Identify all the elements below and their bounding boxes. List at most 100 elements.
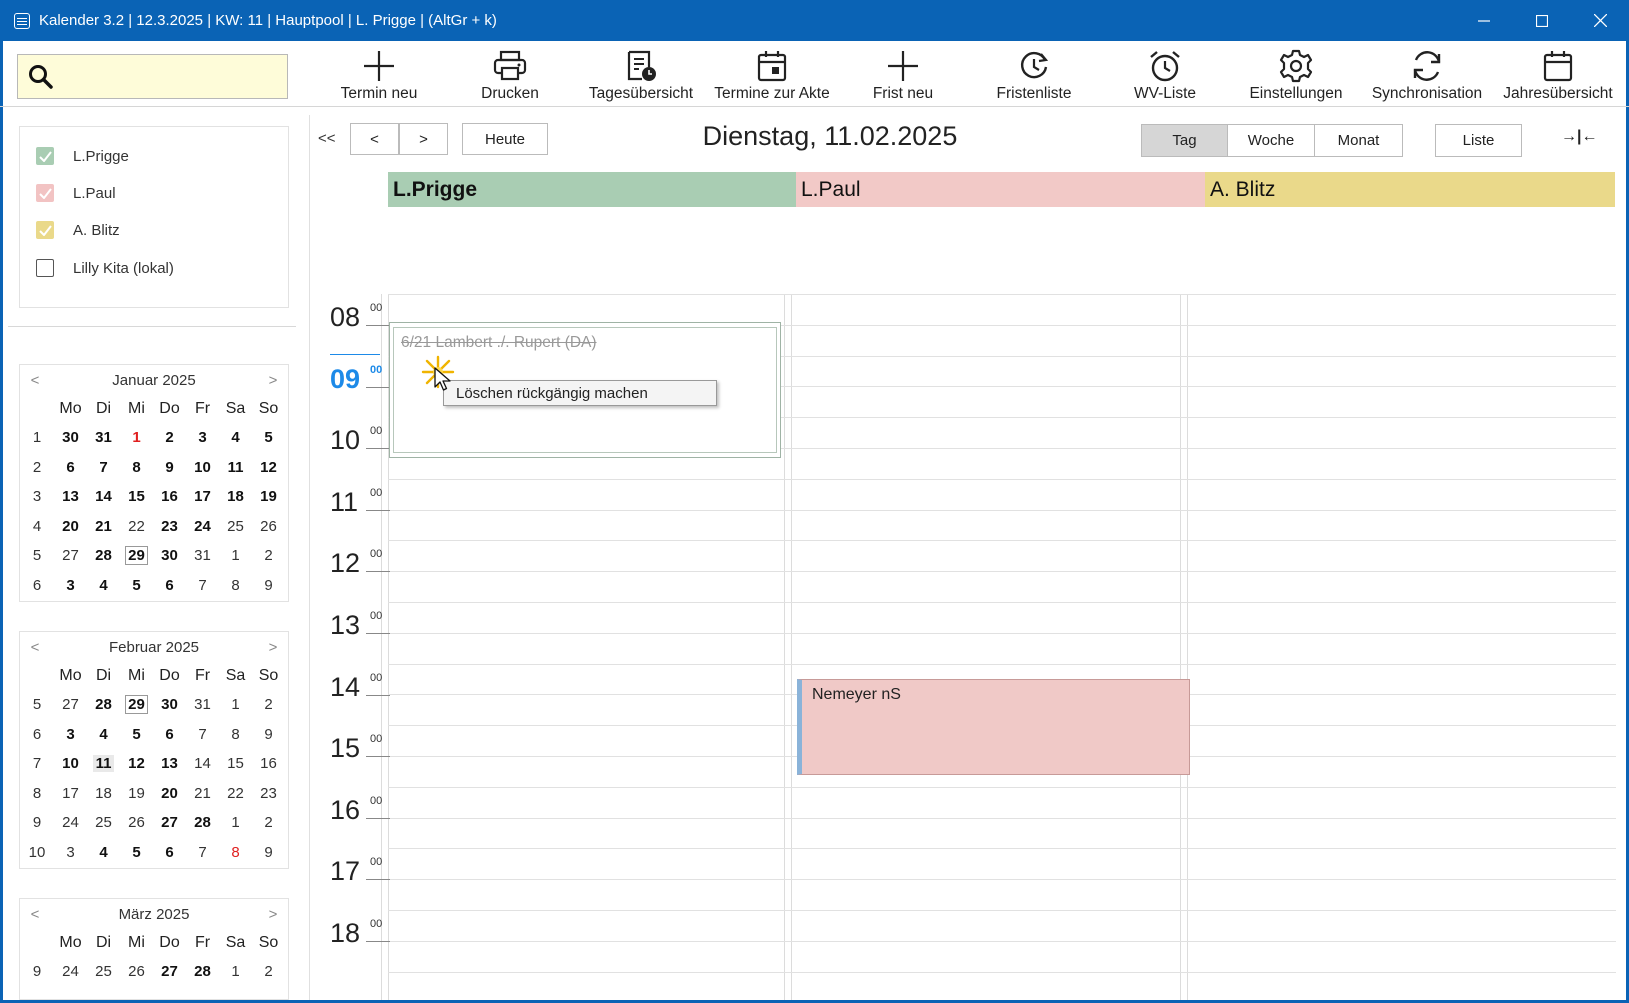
mini-calendar-day[interactable]: 12	[252, 453, 285, 483]
calendar-item-blitz[interactable]: A. Blitz	[36, 218, 120, 242]
mini-calendar-prev-icon[interactable]: <	[28, 639, 42, 656]
view-week-button[interactable]: Woche	[1228, 125, 1315, 156]
mini-calendar-day[interactable]: 3	[186, 423, 219, 453]
view-day-button[interactable]: Tag	[1142, 125, 1228, 156]
mini-calendar-day[interactable]: 1	[219, 808, 252, 838]
mini-calendar-day[interactable]: 28	[186, 957, 219, 987]
mini-calendar-day[interactable]: 8	[219, 838, 252, 868]
mini-calendar-day[interactable]: 15	[219, 749, 252, 779]
mini-calendar-day[interactable]: 1	[219, 957, 252, 987]
mini-calendar-day[interactable]: 4	[87, 838, 120, 868]
maximize-button[interactable]	[1513, 0, 1571, 41]
mini-calendar-day[interactable]: 3	[54, 838, 87, 868]
list-view-button[interactable]: Liste	[1435, 124, 1522, 157]
mini-calendar-day[interactable]: 26	[252, 512, 285, 542]
event-nemeyer[interactable]: Nemeyer nS	[797, 679, 1190, 775]
view-month-button[interactable]: Monat	[1315, 125, 1402, 156]
mini-calendar-day[interactable]: 3	[54, 720, 87, 750]
jahresuebersicht-button[interactable]: Jahresübersicht	[1494, 47, 1622, 105]
mini-calendar-day[interactable]: 7	[186, 720, 219, 750]
mini-calendar-day[interactable]: 2	[153, 423, 186, 453]
mini-calendar-day[interactable]: 26	[120, 808, 153, 838]
mini-calendar-day[interactable]: 8	[120, 453, 153, 483]
mini-calendar-day[interactable]: 24	[54, 957, 87, 987]
mini-calendar-day[interactable]: 22	[219, 779, 252, 809]
today-button[interactable]: Heute	[462, 123, 548, 155]
frist-neu-button[interactable]: Frist neu	[839, 47, 967, 105]
mini-calendar-day[interactable]: 6	[153, 838, 186, 868]
mini-calendar-day[interactable]: 6	[54, 453, 87, 483]
mini-calendar-day[interactable]: 10	[54, 749, 87, 779]
mini-calendar-day[interactable]: 27	[54, 690, 87, 720]
mini-calendar-day[interactable]: 6	[153, 571, 186, 601]
synchronisation-button[interactable]: Synchronisation	[1363, 47, 1491, 105]
checkbox-checked-icon[interactable]	[36, 147, 54, 165]
mini-calendar-next-icon[interactable]: >	[266, 639, 280, 656]
mini-calendar-day[interactable]: 19	[252, 482, 285, 512]
mini-calendar-day[interactable]: 19	[120, 779, 153, 809]
mini-calendar-day[interactable]: 10	[186, 453, 219, 483]
checkbox-checked-icon[interactable]	[36, 221, 54, 239]
mini-calendar-day[interactable]: 20	[54, 512, 87, 542]
mini-calendar-day[interactable]: 14	[186, 749, 219, 779]
mini-calendar-day[interactable]: 8	[219, 571, 252, 601]
mini-calendar-day[interactable]: 23	[252, 779, 285, 809]
collapse-columns-icon[interactable]: →|←	[1561, 128, 1597, 146]
mini-calendar-day[interactable]: 16	[252, 749, 285, 779]
mini-calendar-day[interactable]: 30	[153, 541, 186, 571]
mini-calendar-day[interactable]: 4	[87, 720, 120, 750]
mini-calendar-day[interactable]: 7	[186, 838, 219, 868]
checkbox-unchecked-icon[interactable]	[36, 259, 54, 277]
search-input[interactable]	[54, 55, 287, 98]
search-box[interactable]	[17, 54, 288, 99]
mini-calendar-day[interactable]: 13	[54, 482, 87, 512]
mini-calendar-day[interactable]: 29	[120, 541, 153, 571]
mini-calendar-day[interactable]: 31	[87, 423, 120, 453]
mini-calendar-prev-icon[interactable]: <	[28, 906, 42, 923]
mini-calendar-day[interactable]: 17	[186, 482, 219, 512]
mini-calendar-day[interactable]: 9	[252, 720, 285, 750]
mini-calendar-day[interactable]: 2	[252, 808, 285, 838]
mini-calendar-day[interactable]: 2	[252, 957, 285, 987]
mini-calendar-day[interactable]: 21	[186, 779, 219, 809]
mini-calendar-day[interactable]: 27	[54, 541, 87, 571]
next-day-button[interactable]: >	[399, 123, 448, 155]
mini-calendar-day[interactable]: 4	[219, 423, 252, 453]
mini-calendar-day[interactable]: 16	[153, 482, 186, 512]
mini-calendar-day[interactable]: 9	[153, 453, 186, 483]
mini-calendar-day[interactable]: 2	[252, 690, 285, 720]
mini-calendar-day[interactable]: 18	[219, 482, 252, 512]
mini-calendar-day[interactable]: 3	[54, 571, 87, 601]
mini-calendar-day[interactable]: 5	[252, 423, 285, 453]
mini-calendar-day[interactable]: 9	[252, 571, 285, 601]
mini-calendar-day[interactable]: 1	[120, 423, 153, 453]
mini-calendar-day[interactable]: 31	[186, 690, 219, 720]
mini-calendar-day[interactable]: 27	[153, 808, 186, 838]
mini-calendar-day[interactable]: 28	[186, 808, 219, 838]
calendar-item-lilly-kita[interactable]: Lilly Kita (lokal)	[36, 256, 174, 280]
mini-calendar-day[interactable]: 28	[87, 690, 120, 720]
mini-calendar-day[interactable]: 11	[219, 453, 252, 483]
mini-calendar-day[interactable]: 5	[120, 838, 153, 868]
mini-calendar-day[interactable]: 4	[87, 571, 120, 601]
mini-calendar-day[interactable]: 29	[120, 690, 153, 720]
mini-calendar-day[interactable]: 21	[87, 512, 120, 542]
mini-calendar-day[interactable]: 6	[153, 720, 186, 750]
tagesuebersicht-button[interactable]: Tagesübersicht	[577, 47, 705, 105]
mini-calendar-day[interactable]: 25	[219, 512, 252, 542]
mini-calendar-day[interactable]: 1	[219, 690, 252, 720]
minimize-button[interactable]	[1455, 0, 1513, 41]
mini-calendar-day[interactable]: 5	[120, 720, 153, 750]
close-button[interactable]	[1571, 0, 1629, 41]
mini-calendar-day[interactable]: 27	[153, 957, 186, 987]
mini-calendar-day[interactable]: 15	[120, 482, 153, 512]
mini-calendar-day[interactable]: 30	[54, 423, 87, 453]
fristenliste-button[interactable]: Fristenliste	[970, 47, 1098, 105]
prev-day-button[interactable]: <	[350, 123, 399, 155]
calendar-item-paul[interactable]: L.Paul	[36, 181, 116, 205]
context-menu-undo-delete[interactable]: Löschen rückgängig machen	[443, 380, 717, 406]
mini-calendar-day[interactable]: 7	[186, 571, 219, 601]
mini-calendar-day[interactable]: 7	[87, 453, 120, 483]
mini-calendar-day[interactable]: 24	[54, 808, 87, 838]
mini-calendar-day[interactable]: 8	[219, 720, 252, 750]
